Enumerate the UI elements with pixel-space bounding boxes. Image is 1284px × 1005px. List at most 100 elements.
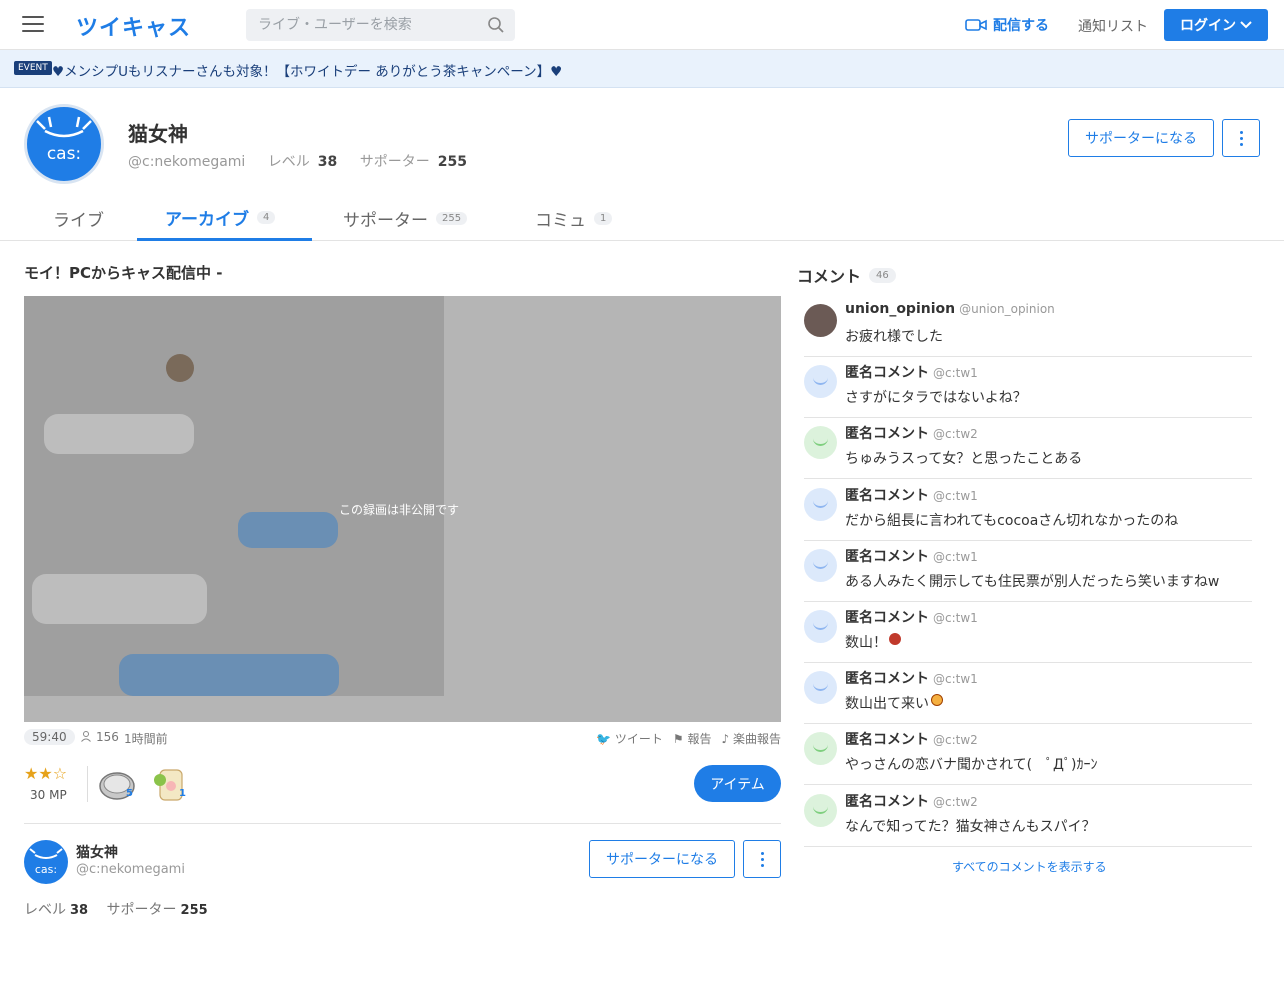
comments-count: 46 [869,267,896,283]
level-label: レベル [24,902,66,918]
owner-avatar[interactable]: cas: [24,840,68,884]
anonymous-avatar-icon [804,671,837,704]
logo[interactable]: ツイキャス [76,10,191,42]
chat-bubble [44,414,194,454]
profile-name: 猫女神 [128,122,188,146]
tea-item-icon[interactable] [152,764,192,804]
dot [1239,136,1243,140]
tab-count: 255 [436,212,468,225]
header: ツイキャス 配信する 通知リスト ログイン [0,0,1284,50]
author-id: @c:tw1 [933,550,978,564]
time-ago: 1時間前 [124,732,168,746]
tab-label: ライブ [53,211,104,231]
more-menu-button-bottom[interactable] [743,840,781,878]
broadcast-button[interactable]: 配信する [965,15,1049,35]
anonymous-avatar-icon [804,426,837,459]
author-name: 匿名コメント [845,365,929,381]
menu-icon[interactable] [22,16,44,34]
duration: 59:40 [24,729,75,745]
private-notice: この録画は非公開です [339,503,460,517]
chat-bubble [119,654,339,696]
comment-author[interactable]: union_opinion @union_opinion [845,301,1055,317]
comment-item: 匿名コメント @c:tw1 ある人みたく開示しても住民票が別人だったら笑いますねw [804,541,1252,602]
event-text[interactable]: ♥︎メンシプUもリスナーさんも︎対象！【ホワイトデー ありがとう茶キャンペーン】… [52,60,562,80]
level-label: レベル [267,154,310,170]
anonymous-avatar-icon [804,365,837,398]
item-count: 5 [126,788,133,799]
comments-header: コメント 46 [797,263,896,287]
author-name: 匿名コメント [845,549,929,565]
anonymous-avatar-icon [804,549,837,582]
event-banner[interactable]: EVENT ♥︎メンシプUもリスナーさんも︎対象！【ホワイトデー ありがとう茶キ… [0,50,1284,88]
video-title: モイ！PCからキャス配信中 - [24,264,223,282]
author-id: @c:tw2 [933,427,978,441]
smile-icon [813,806,828,814]
tab-archive[interactable]: アーカイブ 4 [137,196,312,241]
comment-text: やっさんの恋バナ聞かされて( ﾟДﾟ)ｶｰﾝ [845,757,1098,773]
smile-icon [813,683,828,691]
search-input[interactable] [246,9,476,41]
author-id: @c:tw1 [933,611,978,625]
svg-text:cas:: cas: [35,863,57,876]
login-button[interactable]: ログイン [1164,9,1268,41]
item-count: 1 [179,788,186,799]
smile-icon [813,561,828,569]
comment-text: 数山出て来い [845,693,943,713]
comment-text: さすがにタラではないよね？ [845,390,1027,406]
item-button[interactable]: アイテム [694,765,781,802]
video-stats: 59:40 156 1時間前 🐦 ツイート ⚑ 報告 ♪ 楽曲報告 [24,729,781,747]
comment-item: union_opinion @union_opinion お疲れ様でした [804,296,1252,357]
author-id: @c:tw2 [933,733,978,747]
chevron-down-icon [1240,21,1252,29]
tweet-link[interactable]: 🐦 ツイート [596,730,663,747]
owner-name[interactable]: 猫女神 [76,842,118,862]
tab-community[interactable]: コミュ 1 [535,196,613,241]
comment-text: お疲れ様でした [845,329,943,345]
music-report-link[interactable]: ♪ 楽曲報告 [721,730,781,747]
comment-author: 匿名コメント @c:tw2 [845,729,978,749]
supporter-count: 255 [180,903,208,918]
tab-live[interactable]: ライブ [53,196,104,241]
star-rating-icon: ★★☆ [24,764,68,783]
comment-text: 数山！ [845,632,901,652]
video-thumbnail[interactable]: この録画は非公開です [24,296,781,722]
music-note-icon: ♪ [721,732,730,746]
dot [760,857,764,861]
viewer-count: 156 [96,730,119,744]
comment-author: 匿名コメント @c:tw1 [845,668,978,688]
notice-list-link[interactable]: 通知リスト [1078,16,1148,36]
comment-item: 匿名コメント @c:tw1 だから組長に言われてもcocoaさん切れなかったのね [804,480,1252,541]
tab-count: 4 [256,210,276,224]
comment-item: 匿名コメント @c:tw2 やっさんの恋バナ聞かされて( ﾟДﾟ)ｶｰﾝ [804,724,1252,785]
tweet-label: ツイート [614,732,663,746]
tab-supporter[interactable]: サポーター 255 [343,196,468,241]
become-supporter-button-bottom[interactable]: サポーターになる [589,840,735,878]
user-avatar[interactable] [804,304,837,337]
comment-item: 匿名コメント @c:tw2 なんで知ってた？猫女神さんもスパイ？ [804,786,1252,847]
tab-label: コミュ [535,211,586,231]
comment-author: 匿名コメント @c:tw1 [845,362,978,382]
comment-author: 匿名コメント @c:tw1 [845,485,978,505]
search-icon[interactable] [487,16,505,34]
chat-bubble [32,574,207,624]
profile-tabs: ライブ アーカイブ 4 サポーター 255 コミュ 1 [0,196,1284,241]
show-all-comments-link[interactable]: すべてのコメントを表示する [952,858,1107,875]
more-menu-button[interactable] [1222,119,1260,157]
viewers: 156 [80,730,119,744]
level-value: 38 [70,903,89,918]
dot [760,851,764,855]
comment-author: 匿名コメント @c:tw1 [845,546,978,566]
comment-item: 匿名コメント @c:tw2 ちゅみうスって女？と思ったことある [804,418,1252,479]
become-supporter-button[interactable]: サポーターになる [1068,119,1214,157]
profile-avatar[interactable]: cas: [24,104,104,184]
profile-meta: @c:nekomegami レベル 38 サポーター 255 [128,151,485,171]
search-box[interactable] [246,9,515,41]
divider [87,766,88,802]
comments-title: コメント [797,267,862,286]
author-name: 匿名コメント [845,671,929,687]
event-badge: EVENT [14,61,52,75]
comment-author: 匿名コメント @c:tw2 [845,423,978,443]
comment-text: だから組長に言われてもcocoaさん切れなかったのね [845,513,1179,529]
report-link[interactable]: ⚑ 報告 [673,730,712,747]
anonymous-avatar-icon [804,610,837,643]
